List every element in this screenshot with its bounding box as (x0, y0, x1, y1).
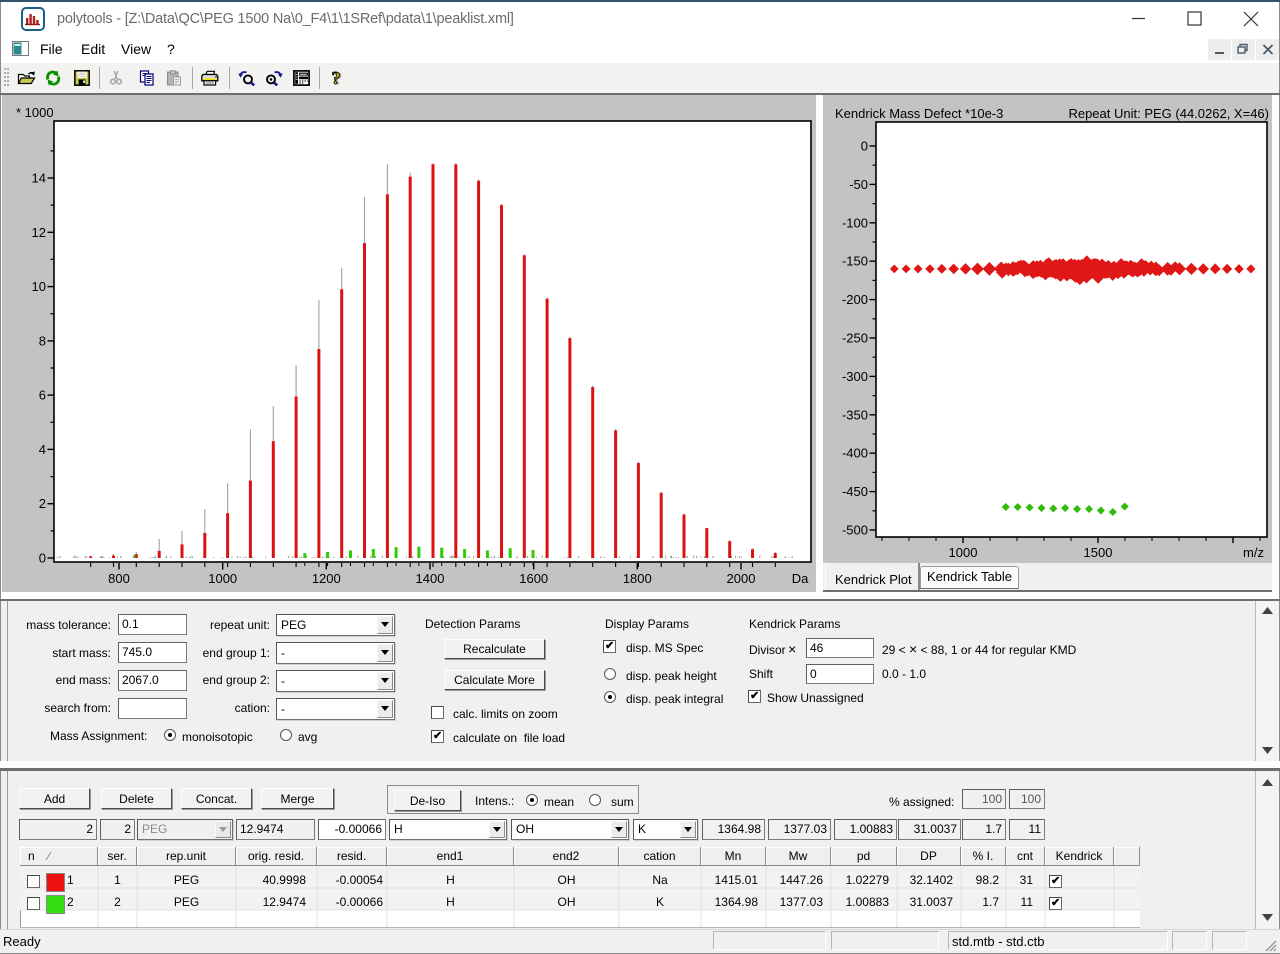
svg-text:1200: 1200 (312, 571, 341, 586)
svg-text:12: 12 (32, 225, 46, 240)
svg-text:-450: -450 (842, 484, 868, 499)
svg-text:-350: -350 (842, 407, 868, 422)
svg-text:0: 0 (861, 139, 868, 154)
svg-text:8: 8 (39, 333, 46, 348)
svg-text:-100: -100 (842, 215, 868, 230)
svg-text:4: 4 (39, 442, 46, 457)
svg-text:2000: 2000 (727, 571, 756, 586)
svg-text:?: ? (332, 70, 341, 88)
svg-text:1400: 1400 (416, 571, 445, 586)
svg-text:-250: -250 (842, 331, 868, 346)
svg-text:* 1000: * 1000 (16, 105, 54, 120)
svg-text:-200: -200 (842, 292, 868, 307)
svg-text:1800: 1800 (623, 571, 652, 586)
svg-text:0: 0 (39, 551, 46, 566)
svg-text:-50: -50 (849, 177, 868, 192)
svg-text:-500: -500 (842, 523, 868, 538)
svg-text:10: 10 (32, 279, 46, 294)
svg-text:Da: Da (792, 571, 809, 586)
svg-text:Kendrick Mass Defect *10e-3: Kendrick Mass Defect *10e-3 (835, 106, 1003, 121)
svg-text:-150: -150 (842, 254, 868, 269)
svg-text:800: 800 (108, 571, 130, 586)
svg-text:m/z: m/z (1243, 545, 1264, 560)
svg-text:1000: 1000 (949, 545, 978, 560)
svg-text:1500: 1500 (1084, 545, 1113, 560)
svg-text:14: 14 (32, 171, 46, 186)
svg-text:-400: -400 (842, 446, 868, 461)
svg-text:Repeat Unit: PEG (44.0262, X=4: Repeat Unit: PEG (44.0262, X=46) (1068, 106, 1269, 121)
svg-text:1000: 1000 (208, 571, 237, 586)
svg-text:6: 6 (39, 388, 46, 403)
svg-text:-300: -300 (842, 369, 868, 384)
svg-text:2: 2 (39, 496, 46, 511)
svg-text:1600: 1600 (519, 571, 548, 586)
